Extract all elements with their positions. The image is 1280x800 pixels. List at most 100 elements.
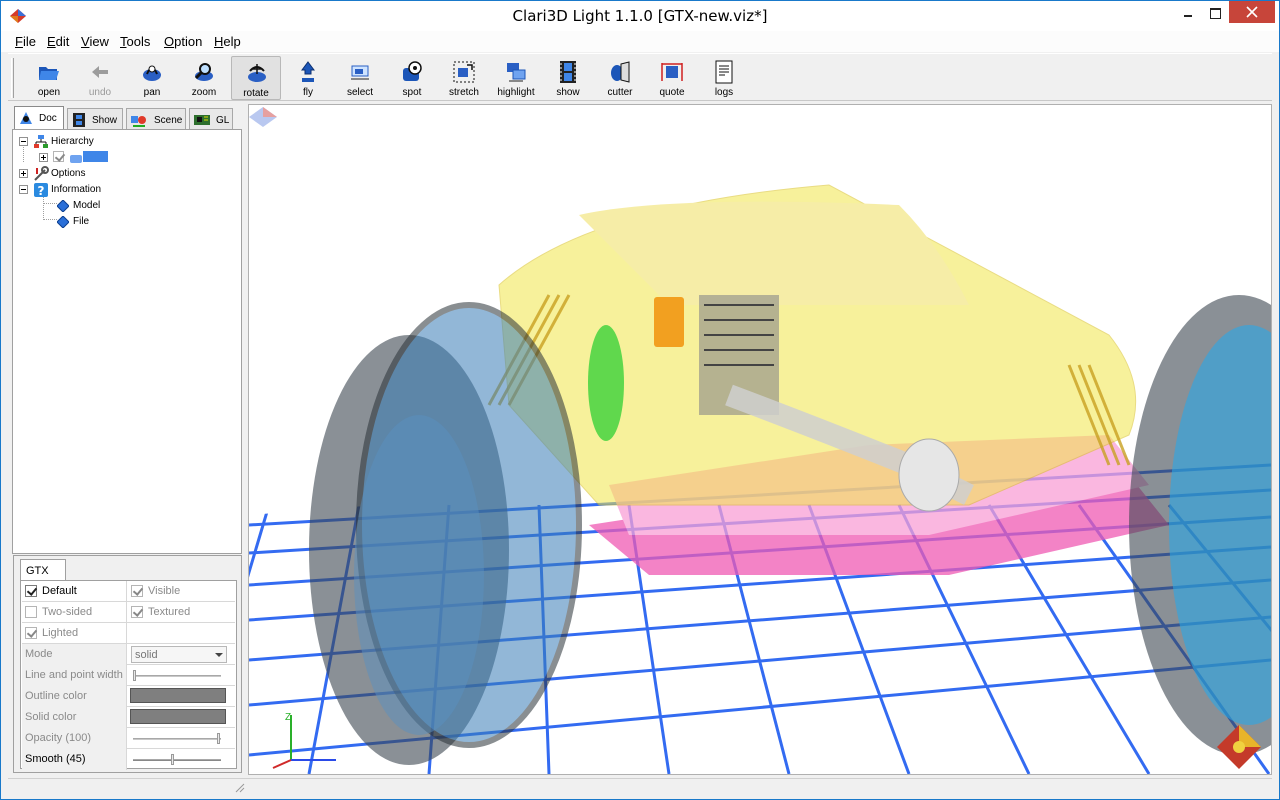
tab-doc[interactable]: Doc: [14, 106, 64, 130]
diamond-icon: [57, 216, 69, 228]
film-icon: [73, 113, 85, 127]
smooth-label: Smooth (45): [22, 749, 127, 770]
undo-button[interactable]: undo: [75, 56, 125, 100]
undo-arrow-icon: [92, 66, 108, 78]
visible-label: Visible: [148, 585, 181, 597]
zoom-magnifier-icon: [194, 63, 213, 81]
model-node-icon: [70, 155, 82, 163]
doc-icon: [20, 112, 32, 124]
hierarchy-tree: Hierarchy GTX Options ? Information Mode…: [12, 129, 242, 554]
chevron-down-icon: [212, 648, 225, 661]
default-checkbox[interactable]: [25, 585, 37, 597]
stretch-icon: [453, 61, 475, 83]
menu-option[interactable]: Option: [164, 34, 202, 49]
menu-tools[interactable]: Tools: [120, 34, 150, 49]
fly-arrow-icon: [301, 61, 315, 82]
slider-thumb[interactable]: [171, 754, 174, 765]
solid-color-label: Solid color: [22, 707, 127, 728]
lighted-checkbox[interactable]: [25, 627, 37, 639]
view-cube-icon[interactable]: [249, 107, 277, 127]
outline-color-swatch[interactable]: [130, 688, 226, 703]
panel-resize-grip[interactable]: [233, 781, 245, 793]
front-wheel[interactable]: [1129, 295, 1271, 755]
gtx-visibility-checkbox[interactable]: [53, 151, 64, 162]
default-label: Default: [42, 585, 77, 597]
logs-button[interactable]: logs: [699, 56, 749, 100]
spot-icon: [403, 61, 422, 81]
toolbar: open undo pan zoom rotate fly select spo…: [8, 53, 1272, 101]
maximize-button[interactable]: [1200, 1, 1230, 23]
tab-show[interactable]: Show: [67, 108, 123, 129]
help-question-icon: ?: [34, 183, 48, 198]
show-button[interactable]: show: [543, 56, 593, 100]
3d-viewport[interactable]: Z: [248, 104, 1272, 775]
textured-label: Textured: [148, 606, 191, 618]
opacity-label: Opacity (100): [22, 728, 127, 749]
menu-file[interactable]: File: [15, 34, 36, 49]
mode-select[interactable]: solid: [131, 646, 227, 663]
gpu-icon: [194, 115, 210, 125]
textured-checkbox[interactable]: [131, 606, 143, 618]
properties-tab[interactable]: GTX: [20, 559, 66, 580]
close-icon: [1246, 6, 1258, 18]
collapse-information-icon[interactable]: [19, 185, 28, 194]
smooth-slider[interactable]: [133, 754, 221, 765]
slider-thumb[interactable]: [217, 733, 220, 744]
hierarchy-icon: [34, 135, 48, 148]
window-title: Clari3D Light 1.1.0 [GTX-new.viz*]: [512, 7, 768, 25]
quote-button[interactable]: quote: [647, 56, 697, 100]
spot-button[interactable]: spot: [387, 56, 437, 100]
3d-scene[interactable]: Z: [249, 105, 1271, 774]
minimize-button[interactable]: [1173, 1, 1203, 23]
slider-thumb[interactable]: [133, 670, 136, 681]
zoom-button[interactable]: zoom: [179, 56, 229, 100]
folder-open-icon: [39, 67, 59, 80]
options-wrench-icon: [34, 166, 49, 181]
fly-button[interactable]: fly: [283, 56, 333, 100]
film-strip-icon: [560, 61, 576, 83]
stretch-button[interactable]: stretch: [439, 56, 489, 100]
lighted-label: Lighted: [42, 627, 79, 639]
scene-icon: [131, 116, 146, 127]
logs-document-icon: [715, 60, 733, 84]
two-sided-checkbox[interactable]: [25, 606, 37, 618]
cutter-button[interactable]: cutter: [595, 56, 645, 100]
properties-panel: GTX Default Visible Two-sided Textured L…: [13, 555, 242, 773]
line-point-width-label: Line and point width: [22, 665, 127, 686]
select-button[interactable]: select: [335, 56, 385, 100]
cutter-icon: [611, 61, 630, 83]
open-button[interactable]: open: [24, 56, 74, 100]
select-icon: [351, 65, 369, 80]
expand-gtx-icon[interactable]: [39, 153, 48, 162]
spur-gear: [588, 325, 624, 441]
highlight-button[interactable]: highlight: [491, 56, 541, 100]
pan-button[interactable]: pan: [127, 56, 177, 100]
visible-checkbox[interactable]: [131, 585, 143, 597]
menu-help[interactable]: Help: [214, 34, 241, 49]
toolbar-grip[interactable]: [11, 58, 14, 98]
rear-wheel[interactable]: [309, 302, 582, 765]
rotate-icon: [248, 64, 266, 82]
solid-color-swatch[interactable]: [130, 709, 226, 724]
close-button[interactable]: [1229, 1, 1275, 23]
two-sided-label: Two-sided: [42, 606, 93, 618]
pan-hand-icon: [143, 65, 161, 81]
line-point-width-slider[interactable]: [133, 670, 221, 681]
tab-scene[interactable]: Scene: [126, 108, 186, 129]
properties-grid: Default Visible Two-sided Textured Light…: [20, 580, 237, 770]
status-bar: [8, 778, 1272, 794]
opacity-slider[interactable]: [133, 733, 221, 744]
expand-options-icon[interactable]: [19, 169, 28, 178]
collapse-hierarchy-icon[interactable]: [19, 137, 28, 146]
panel-tabs: Doc Show Scene GL: [12, 106, 242, 130]
diamond-icon: [57, 200, 69, 212]
highlight-icon: [507, 63, 526, 82]
rotate-button[interactable]: rotate: [231, 56, 281, 100]
quote-measure-icon: [661, 63, 683, 81]
menu-edit[interactable]: Edit: [47, 34, 69, 49]
tab-gl[interactable]: GL: [189, 108, 233, 129]
outline-color-label: Outline color: [22, 686, 127, 707]
left-panel: Doc Show Scene GL Hierarchy GTX Options …: [8, 104, 244, 773]
menu-view[interactable]: View: [81, 34, 109, 49]
mode-label: Mode: [22, 644, 127, 665]
